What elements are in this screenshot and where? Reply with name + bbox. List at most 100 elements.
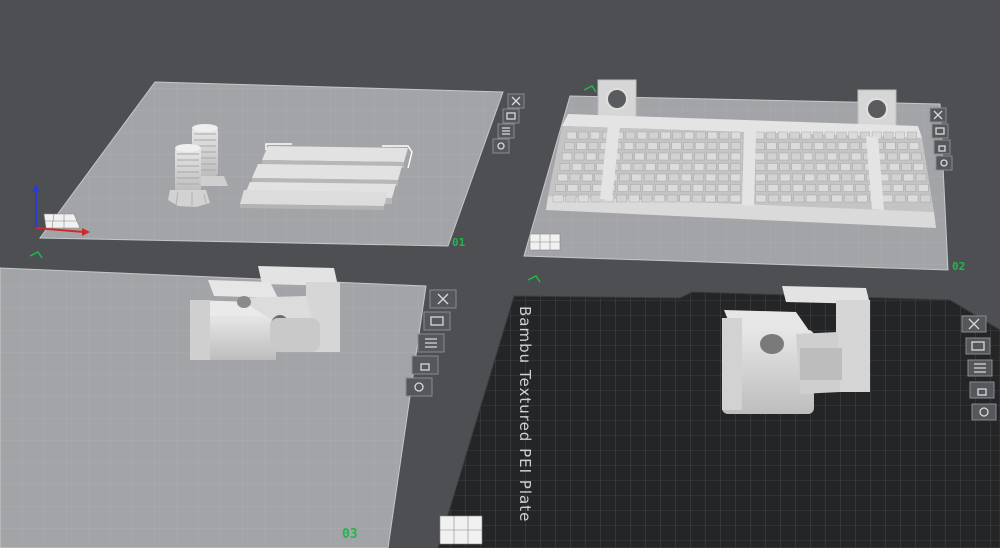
key-cell [791,163,802,171]
orient-icon[interactable] [931,123,949,139]
close-icon[interactable] [961,315,987,333]
key-cell [584,163,595,171]
key-cell [730,173,741,182]
key-cell [679,194,691,203]
plate-2[interactable]: 02 [523,79,965,283]
arrange-icon[interactable] [417,333,445,353]
key-cell [682,152,693,161]
key-cell [730,184,741,192]
home-icon[interactable] [527,275,541,283]
key-cell [623,142,634,150]
key-cell [828,163,839,171]
key-cell [899,152,910,161]
key-cell [839,152,850,161]
key-cell [680,184,691,192]
key-cell [778,142,789,150]
plate-label: 02 [952,260,965,273]
key-cell [803,163,815,171]
key-cell [841,173,852,182]
key-cell [818,194,830,203]
3d-viewport[interactable]: 01 02 03 Bambu Textured PEI Plate [0,0,1000,548]
key-cell [684,131,694,140]
plate-4-grid-icon[interactable] [439,515,483,545]
key-cell [706,152,717,161]
settings-icon[interactable] [935,155,953,171]
key-cell [578,131,589,140]
key-cell [790,142,801,150]
plate-1[interactable]: 01 [29,81,525,259]
key-cell [766,131,777,140]
key-cell [692,184,704,192]
lock-icon[interactable] [411,355,439,375]
key-cell [768,194,779,203]
plate-2-grid-icon[interactable] [529,233,561,251]
key-cell [918,184,929,192]
key-cell [793,194,805,203]
key-cell [681,163,693,171]
home-icon[interactable] [583,85,597,93]
key-cell [754,152,765,161]
key-cell [802,142,813,150]
key-cell [660,131,671,140]
key-cell [717,194,729,203]
key-cell [905,184,916,192]
settings-icon[interactable] [971,403,997,421]
key-cell [848,131,859,140]
plate-3[interactable]: 03 [0,266,457,548]
key-cell [894,194,906,203]
key-cell [622,152,633,161]
key-cell [619,173,630,182]
bar-set-model[interactable] [240,143,413,210]
arrange-icon[interactable] [497,123,515,139]
key-cell [707,142,717,150]
key-cell [907,194,919,203]
close-icon[interactable] [429,289,457,309]
key-cell [705,173,717,182]
key-cell [806,194,817,203]
key-cell [564,142,575,150]
key-cell [718,163,729,171]
key-cell [789,131,800,140]
key-cell [814,142,824,150]
key-cell [730,152,741,161]
key-cell [920,194,931,203]
close-icon[interactable] [929,107,947,123]
key-cell [892,184,904,192]
key-cell [719,131,730,140]
orient-icon[interactable] [502,108,520,124]
key-cell [572,163,583,171]
key-cell [805,184,816,192]
orient-icon[interactable] [423,311,451,331]
settings-icon[interactable] [492,138,510,154]
key-cell [634,152,645,161]
key-cell [816,163,827,171]
key-cell [803,152,814,161]
lock-icon[interactable] [933,139,951,155]
key-cell [767,173,778,182]
lock-icon[interactable] [969,381,995,399]
orient-icon[interactable] [965,337,991,355]
key-cell [668,173,680,182]
key-cell [815,152,826,161]
key-cell [755,194,767,203]
key-cell [705,184,716,192]
settings-icon[interactable] [405,377,433,397]
key-cell [754,131,765,140]
home-icon[interactable] [29,251,43,259]
key-cell [826,142,836,150]
key-cell [719,142,729,150]
key-cell [767,184,779,192]
key-cell [707,131,718,140]
key-cell [754,142,765,150]
key-cell [617,184,629,192]
key-cell [562,152,573,161]
key-cell [889,163,900,171]
arrange-icon[interactable] [967,359,993,377]
close-icon[interactable] [507,93,525,109]
key-cell [672,131,683,140]
key-cell [827,152,838,161]
key-cell [658,152,669,161]
key-cell [555,184,566,192]
key-cell [625,131,636,140]
plate-4[interactable]: Bambu Textured PEI Plate [437,286,1000,548]
